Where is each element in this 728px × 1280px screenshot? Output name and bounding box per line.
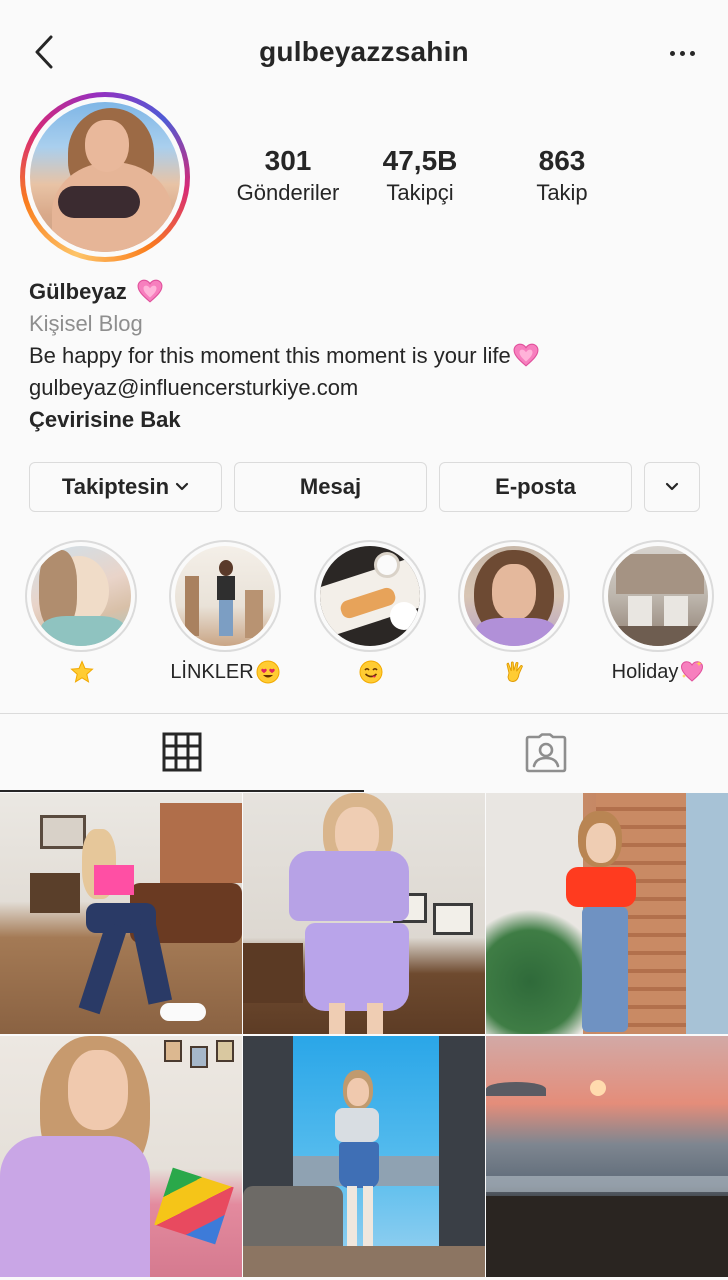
profile-stats: 301 Gönderiler 47,5B Takipçi 863 Takip	[208, 144, 728, 214]
following-count: 863	[538, 145, 586, 176]
posts-label: Gönderiler	[236, 180, 340, 205]
following-label: Takip	[536, 180, 588, 205]
highlight-item[interactable]	[25, 540, 137, 684]
profile-category: Kişisel Blog	[29, 311, 143, 336]
followers-count: 47,5B	[382, 145, 458, 176]
highlight-label: LİNKLER	[170, 660, 254, 683]
following-stat[interactable]: 863 Takip	[512, 144, 612, 208]
email-button[interactable]: E-posta	[439, 462, 632, 512]
suggested-accounts-button[interactable]	[644, 462, 700, 512]
posts-grid	[0, 793, 728, 1280]
highlight-label: Holiday	[611, 660, 679, 683]
highlight-item[interactable]: LİNKLER	[169, 540, 281, 684]
tab-posts-grid[interactable]	[0, 714, 364, 792]
chevron-down-icon	[665, 482, 679, 491]
highlight-item[interactable]	[314, 540, 426, 684]
highlight-cover	[464, 546, 564, 646]
message-button-label: Mesaj	[299, 474, 362, 499]
more-options-button[interactable]	[662, 38, 702, 68]
profile-bio: Gülbeyaz Kişisel Blog Be happy for this …	[29, 276, 719, 436]
pink-heart-icon	[513, 343, 539, 367]
story-ring[interactable]	[20, 92, 190, 262]
highlight-item[interactable]	[458, 540, 570, 684]
highlight-cover	[175, 546, 275, 646]
profile-header: gulbeyazzsahin	[0, 0, 728, 105]
yum-face-icon	[359, 660, 383, 684]
pink-heart-icon	[137, 279, 163, 303]
message-button[interactable]: Mesaj	[234, 462, 427, 512]
email-button-label: E-posta	[495, 474, 576, 499]
post-thumbnail[interactable]	[486, 793, 728, 1034]
story-highlights: LİNKLER Holiday	[0, 540, 728, 690]
followers-stat[interactable]: 47,5B Takipçi	[370, 144, 470, 208]
posts-stat[interactable]: 301 Gönderiler	[218, 144, 358, 208]
bio-email-link[interactable]: gulbeyaz@influencersturkiye.com	[29, 372, 719, 404]
heart-eyes-icon	[256, 660, 280, 684]
post-thumbnail[interactable]	[0, 1036, 242, 1277]
profile-username: gulbeyazzsahin	[259, 36, 469, 67]
vulcan-salute-icon	[506, 661, 523, 682]
posts-count: 301	[264, 145, 312, 176]
following-button-label: Takiptesin	[61, 474, 170, 499]
post-thumbnail[interactable]	[243, 1036, 485, 1277]
post-thumbnail[interactable]	[243, 793, 485, 1034]
tab-tagged[interactable]	[364, 714, 728, 792]
display-name: Gülbeyaz	[29, 279, 127, 304]
profile-avatar	[30, 102, 180, 252]
profile-tabs	[0, 713, 728, 792]
star-icon	[70, 660, 94, 683]
post-thumbnail[interactable]	[0, 793, 242, 1034]
following-button[interactable]: Takiptesin	[29, 462, 222, 512]
post-thumbnail[interactable]	[486, 1036, 728, 1277]
chevron-down-icon	[175, 482, 189, 491]
highlight-cover	[31, 546, 131, 646]
more-horizontal-icon	[669, 50, 675, 56]
highlight-item[interactable]: Holiday	[602, 540, 714, 684]
highlight-cover	[608, 546, 708, 646]
followers-label: Takipçi	[386, 180, 454, 205]
sparkling-heart-icon	[681, 661, 704, 682]
see-translation-link[interactable]: Çevirisine Bak	[29, 404, 719, 436]
grid-icon	[162, 732, 202, 772]
bio-text: Be happy for this moment this moment is …	[29, 343, 511, 368]
tagged-icon	[525, 733, 567, 773]
highlight-cover	[320, 546, 420, 646]
